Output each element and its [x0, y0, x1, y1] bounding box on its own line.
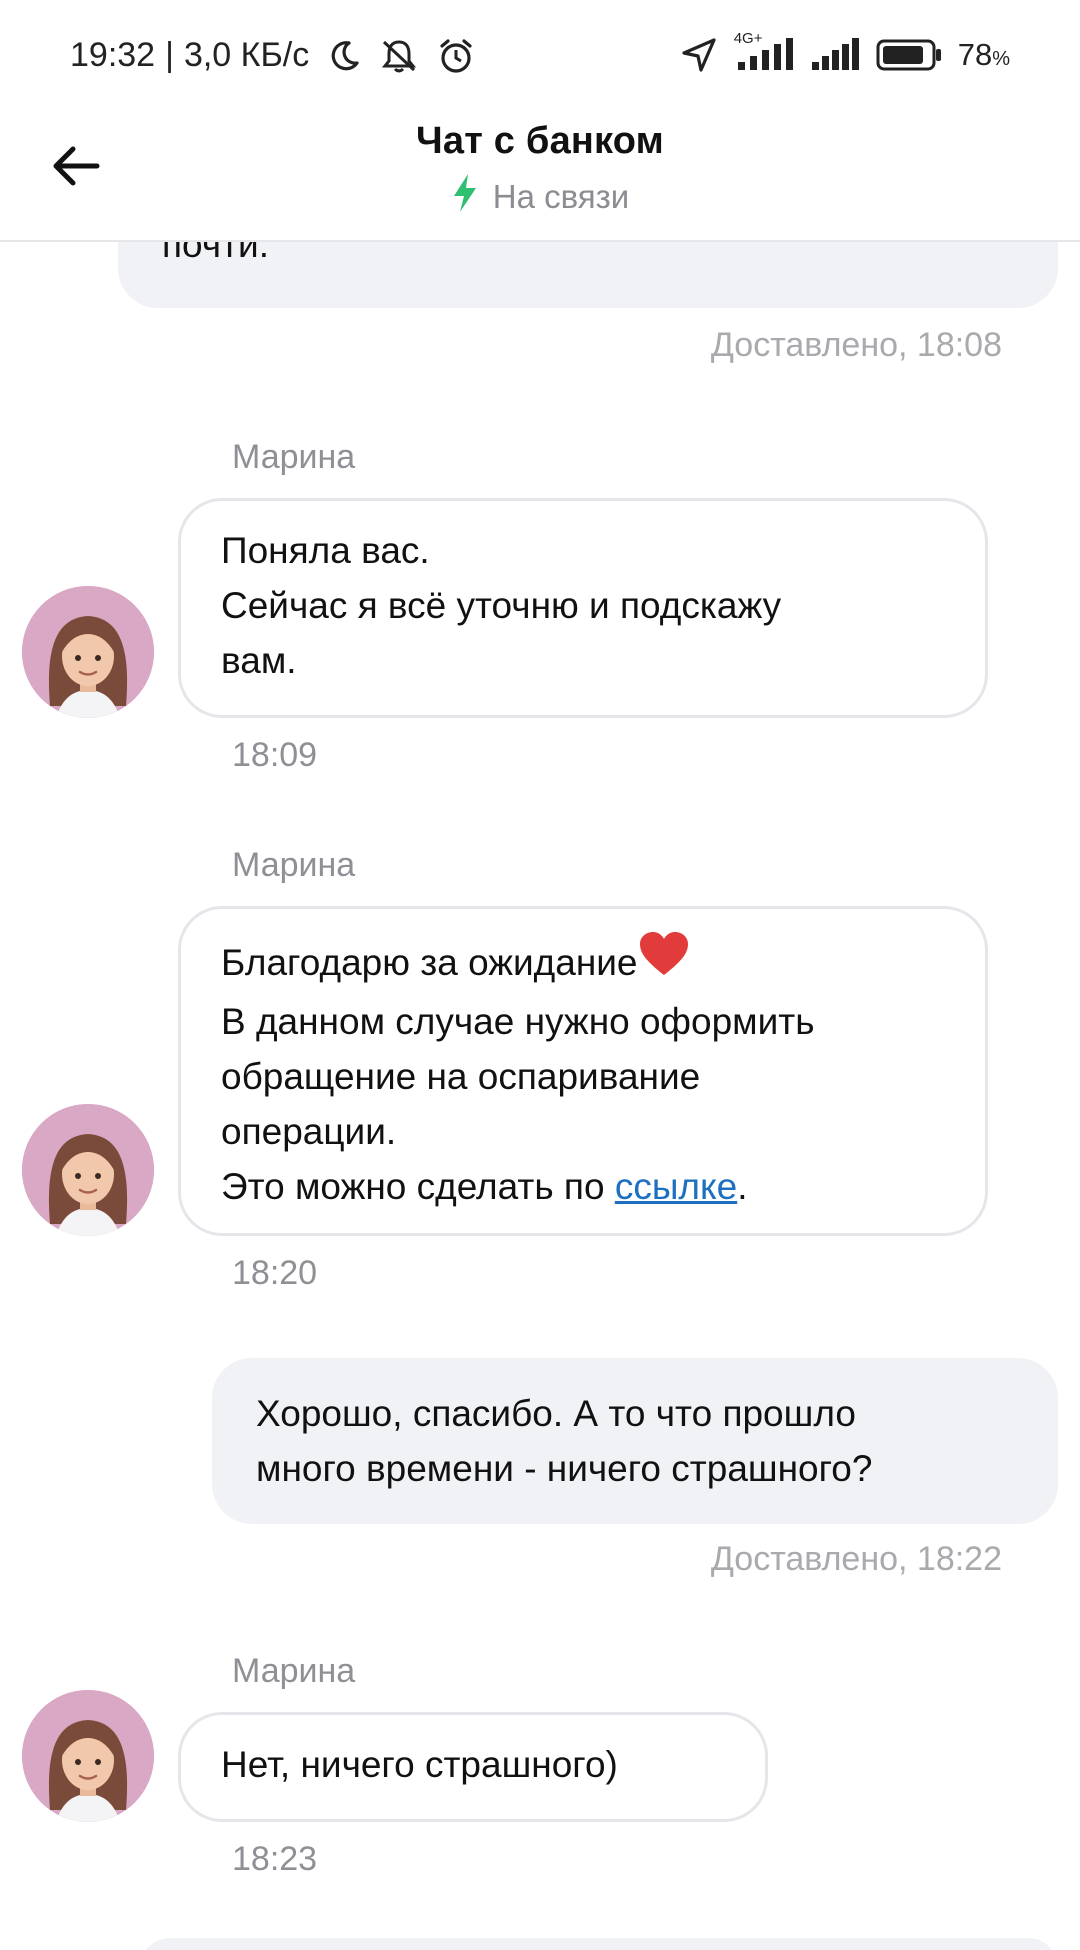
sender-name: Марина	[232, 1652, 356, 1690]
status-text: На связи	[492, 178, 630, 215]
dispute-link[interactable]: ссылке	[615, 1166, 737, 1207]
message-text: .	[737, 1166, 748, 1207]
header-title-block: Чат с банком На связи	[0, 120, 1080, 221]
message-time: 18:09	[232, 736, 318, 774]
signal-icon	[811, 38, 860, 72]
message-text: Благодарю за ожидание	[221, 942, 638, 983]
battery-icon	[876, 39, 942, 71]
message-feed[interactable]: почти. Доставлено, 18:08 Марина Поняла в…	[0, 242, 1080, 1950]
user-message-partial	[140, 1938, 1058, 1950]
chat-screen: 19:32 | 3,0 КБ/с 4G+ 78% Чат с банком На…	[0, 0, 1080, 1950]
sender-name: Марина	[232, 438, 356, 476]
location-arrow-icon	[680, 36, 718, 74]
message-line: обращение на оспаривание	[221, 1056, 701, 1097]
message-line: Хорошо, спасибо. А то что прошло	[256, 1393, 856, 1434]
message-time: 18:20	[232, 1254, 318, 1292]
delivery-status: Доставлено, 18:08	[710, 326, 1002, 364]
message-line: вам.	[221, 640, 297, 681]
lightning-icon	[451, 173, 479, 221]
agent-message: Благодарю за ожидание В данном случае ну…	[178, 906, 988, 1236]
message-time: 18:23	[232, 1840, 318, 1878]
avatar	[22, 1104, 154, 1236]
sender-name: Марина	[232, 846, 356, 884]
chat-header: Чат с банком На связи	[0, 110, 1080, 242]
user-message: Хорошо, спасибо. А то что прошло много в…	[212, 1358, 1058, 1524]
delivery-status: Доставлено, 18:22	[710, 1540, 1002, 1578]
agent-message: Нет, ничего страшного)	[178, 1712, 768, 1822]
agent-message: Поняла вас. Сейчас я всё уточню и подска…	[178, 498, 988, 718]
network-speed: 3,0 КБ/с	[183, 36, 310, 74]
page-title: Чат с банком	[416, 120, 664, 162]
battery-percent: 78	[957, 37, 993, 72]
message-line: Поняла вас.	[221, 530, 430, 571]
message-line: операции.	[221, 1111, 397, 1152]
message-line: Сейчас я всё уточню и подскажу	[221, 585, 782, 626]
message-text: Это можно сделать по	[221, 1166, 615, 1207]
avatar	[22, 1690, 154, 1822]
agent-avatar-icon	[22, 586, 154, 718]
battery-unit: %	[992, 48, 1010, 70]
online-status: На связи	[0, 173, 1080, 221]
status-left: 19:32 | 3,0 КБ/с	[70, 36, 475, 75]
message-line: много времени - ничего страшного?	[256, 1448, 873, 1489]
user-message: почти.	[118, 242, 1058, 308]
message-line: Это можно сделать по ссылке.	[221, 1159, 945, 1214]
agent-avatar-icon	[22, 1690, 154, 1822]
status-right: 4G+ 78%	[680, 30, 1010, 74]
muted-bell-icon	[379, 38, 419, 74]
message-text: почти.	[162, 242, 269, 265]
agent-avatar-icon	[22, 1104, 154, 1236]
battery-level: 78%	[958, 37, 1010, 73]
heart-icon	[638, 931, 690, 994]
message-line: Благодарю за ожидание	[221, 931, 945, 994]
network-type: 4G+	[733, 30, 763, 47]
signal-icon: 4G+	[734, 30, 796, 72]
clock: 19:32	[70, 36, 156, 74]
message-line: В данном случае нужно оформить	[221, 1001, 815, 1042]
alarm-icon	[437, 37, 475, 75]
status-bar: 19:32 | 3,0 КБ/с 4G+ 78%	[0, 0, 1080, 110]
moon-icon	[327, 39, 361, 73]
separator: |	[165, 36, 174, 74]
avatar	[22, 586, 154, 718]
message-text: Нет, ничего страшного)	[221, 1744, 618, 1785]
